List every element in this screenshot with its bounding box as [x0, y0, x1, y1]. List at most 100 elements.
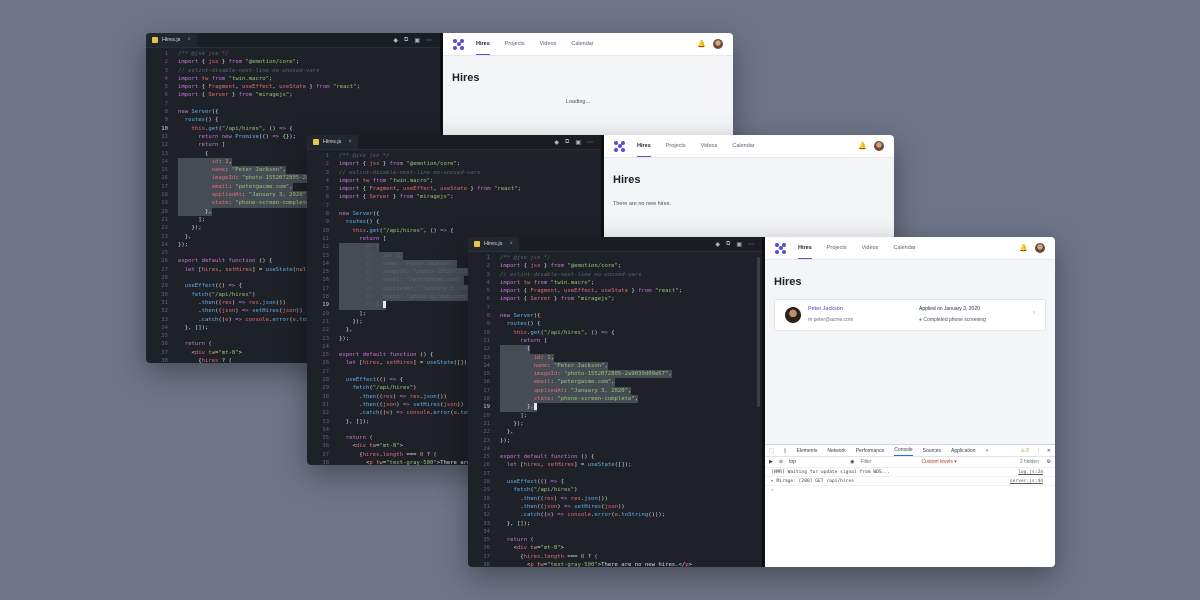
filter-input[interactable]	[860, 458, 916, 466]
code-line[interactable]: 1 /** @jsx jsx */	[146, 50, 440, 58]
code-line[interactable]: 17 appliedAt: "January 3, 2020",	[468, 386, 762, 396]
code-line[interactable]: 26 let [hires, setHires] = useState([]);	[468, 461, 762, 469]
code-line[interactable]: 9 routes() {	[146, 116, 440, 124]
code-line[interactable]: 18 state: "phone-screen-complete",	[468, 395, 762, 404]
code-line[interactable]: 22 },	[468, 428, 762, 436]
layout-icon[interactable]: ▣	[575, 139, 581, 146]
code-line[interactable]: 9 routes() {	[307, 218, 601, 226]
nav-calendar[interactable]: Calendar	[893, 237, 915, 259]
nav-videos[interactable]: Videos	[540, 33, 557, 55]
logo-icon[interactable]	[614, 140, 625, 152]
code-line[interactable]: 5 import { Fragment, useEffect, useState …	[307, 185, 601, 193]
log-source-link[interactable]: log.js:24	[1018, 470, 1043, 475]
close-icon[interactable]: ×	[509, 241, 513, 247]
nav-calendar[interactable]: Calendar	[571, 33, 593, 55]
tab-performance[interactable]: Performance	[856, 448, 885, 454]
code-line[interactable]: 36 <div tw="mt-8">	[468, 544, 762, 552]
code-line[interactable]: 7	[146, 100, 440, 108]
bell-icon[interactable]: 🔔	[1019, 245, 1028, 252]
code-line[interactable]: 1 /** @jsx jsx */	[307, 152, 601, 160]
levels-select[interactable]: Custom levels ▾	[921, 459, 956, 465]
diamond-icon[interactable]: ◆	[554, 139, 559, 146]
code-line[interactable]: 33 }, []);	[468, 520, 762, 528]
code-line[interactable]: 34	[468, 528, 762, 536]
bell-icon[interactable]: 🔔	[697, 41, 706, 48]
code-line[interactable]: 24	[468, 445, 762, 453]
code-line[interactable]: 21 });	[468, 420, 762, 428]
gear-icon[interactable]: ⚙	[1047, 459, 1051, 465]
code-line[interactable]: 19 },	[468, 403, 762, 412]
code-line[interactable]: 2 import { jsx } from "@emotion/core";	[146, 58, 440, 66]
code-line[interactable]: 6 import { Server } from "miragejs";	[146, 91, 440, 99]
close-icon[interactable]: ✕	[1047, 448, 1051, 454]
nav-projects[interactable]: Projects	[666, 135, 686, 157]
code-line[interactable]: 4 import tw from "twin.macro";	[146, 75, 440, 83]
code-line[interactable]: 25 export default function () {	[468, 453, 762, 461]
layout-icon[interactable]: ▣	[736, 241, 742, 248]
more-tabs[interactable]: »	[985, 448, 988, 454]
sidebar-icon[interactable]: ▶	[769, 459, 773, 465]
code-line[interactable]: 29 fetch("/api/hires")	[468, 486, 762, 494]
code-line[interactable]: 27	[468, 470, 762, 478]
code-line[interactable]: 15 imageId: "photo-1552072805-2a9039d00e…	[468, 370, 762, 379]
code-line[interactable]: 8 new Server({	[468, 312, 762, 320]
diamond-icon[interactable]: ◆	[393, 37, 398, 44]
code-line[interactable]: 4 import tw from "twin.macro";	[307, 177, 601, 185]
hire-card[interactable]: Peter Jackson ✉ peter@acme.com Applied o…	[774, 299, 1046, 331]
code-line[interactable]: 6 import { Server } from "miragejs";	[307, 193, 601, 201]
file-tab[interactable]: Hires.js ×	[468, 237, 519, 251]
code-line[interactable]: 3 // eslint-disable-next-line no-unused-v…	[146, 67, 440, 75]
code-line[interactable]: 4 import tw from "twin.macro";	[468, 279, 762, 287]
avatar[interactable]	[713, 39, 723, 49]
code-area[interactable]: 1 /** @jsx jsx */ 2 import { jsx } from "@e…	[468, 252, 762, 567]
code-line[interactable]: 38 <p tw="text-gray-500">There are no ne…	[468, 561, 762, 567]
split-icon[interactable]: ⧉	[726, 241, 730, 248]
code-line[interactable]: 3 // eslint-disable-next-line no-unused-v…	[468, 271, 762, 279]
tab-sources[interactable]: Sources	[923, 448, 941, 454]
hire-name[interactable]: Peter Jackson	[808, 306, 843, 312]
code-line[interactable]: 9 routes() {	[468, 320, 762, 328]
nav-videos[interactable]: Videos	[862, 237, 879, 259]
nav-videos[interactable]: Videos	[701, 135, 718, 157]
code-line[interactable]: 8 new Server({	[307, 210, 601, 218]
code-line[interactable]: 32 .catch((e) => console.error(e.toStrin…	[468, 511, 762, 519]
layout-icon[interactable]: ▣	[414, 37, 420, 44]
code-line[interactable]: 3 // eslint-disable-next-line no-unused-v…	[307, 169, 601, 177]
eye-icon[interactable]: ◉	[850, 459, 854, 465]
code-line[interactable]: 10 this.get("/api/hires", () => {	[146, 125, 440, 133]
code-line[interactable]: 13 id: 1,	[468, 353, 762, 362]
scrollbar[interactable]	[757, 257, 760, 407]
code-line[interactable]: 5 import { Fragment, useEffect, useState …	[468, 287, 762, 295]
split-icon[interactable]: ⧉	[404, 37, 408, 44]
code-line[interactable]: 28 useEffect(() => {	[468, 478, 762, 486]
code-line[interactable]: 16 email: "peter@acme.com",	[468, 378, 762, 387]
code-line[interactable]: 11 return [	[468, 337, 762, 345]
nav-calendar[interactable]: Calendar	[732, 135, 754, 157]
code-line[interactable]: 12 {	[468, 345, 762, 354]
code-line[interactable]: 10 this.get("/api/hires", () => {	[307, 227, 601, 235]
more-icon[interactable]: ⋯	[748, 241, 754, 248]
code-line[interactable]: 7	[468, 304, 762, 312]
more-icon[interactable]: ⋮	[1036, 448, 1041, 454]
code-line[interactable]: 1 /** @jsx jsx */	[468, 254, 762, 262]
chevron-right-icon[interactable]: ›	[1033, 310, 1035, 316]
close-icon[interactable]: ×	[348, 139, 352, 145]
code-line[interactable]: 14 name: "Peter Jackson",	[468, 361, 762, 371]
more-icon[interactable]: ⋯	[426, 37, 432, 44]
avatar[interactable]	[874, 141, 884, 151]
code-line[interactable]: 23});	[468, 437, 762, 445]
file-tab[interactable]: Hires.js ×	[146, 33, 197, 47]
context-select[interactable]: top	[789, 459, 844, 465]
more-icon[interactable]: ⋯	[587, 139, 593, 146]
code-line[interactable]: 37 {hires.length === 0 ? (	[468, 553, 762, 561]
logo-icon[interactable]	[453, 38, 464, 50]
tab-application[interactable]: Application	[951, 448, 975, 454]
log-source-link[interactable]: server.js:44	[1010, 479, 1043, 484]
tab-elements[interactable]: Elements	[797, 448, 818, 454]
code-line[interactable]: 31 .then((json) => setHires(json))	[468, 503, 762, 511]
nav-hires[interactable]: Hires	[476, 33, 490, 55]
split-icon[interactable]: ⧉	[565, 139, 569, 146]
log-message[interactable]: ▸ Mirage: [200] GET /api/hires	[771, 479, 854, 484]
code-line[interactable]: 2 import { jsx } from "@emotion/core";	[307, 160, 601, 168]
avatar[interactable]	[1035, 243, 1045, 253]
